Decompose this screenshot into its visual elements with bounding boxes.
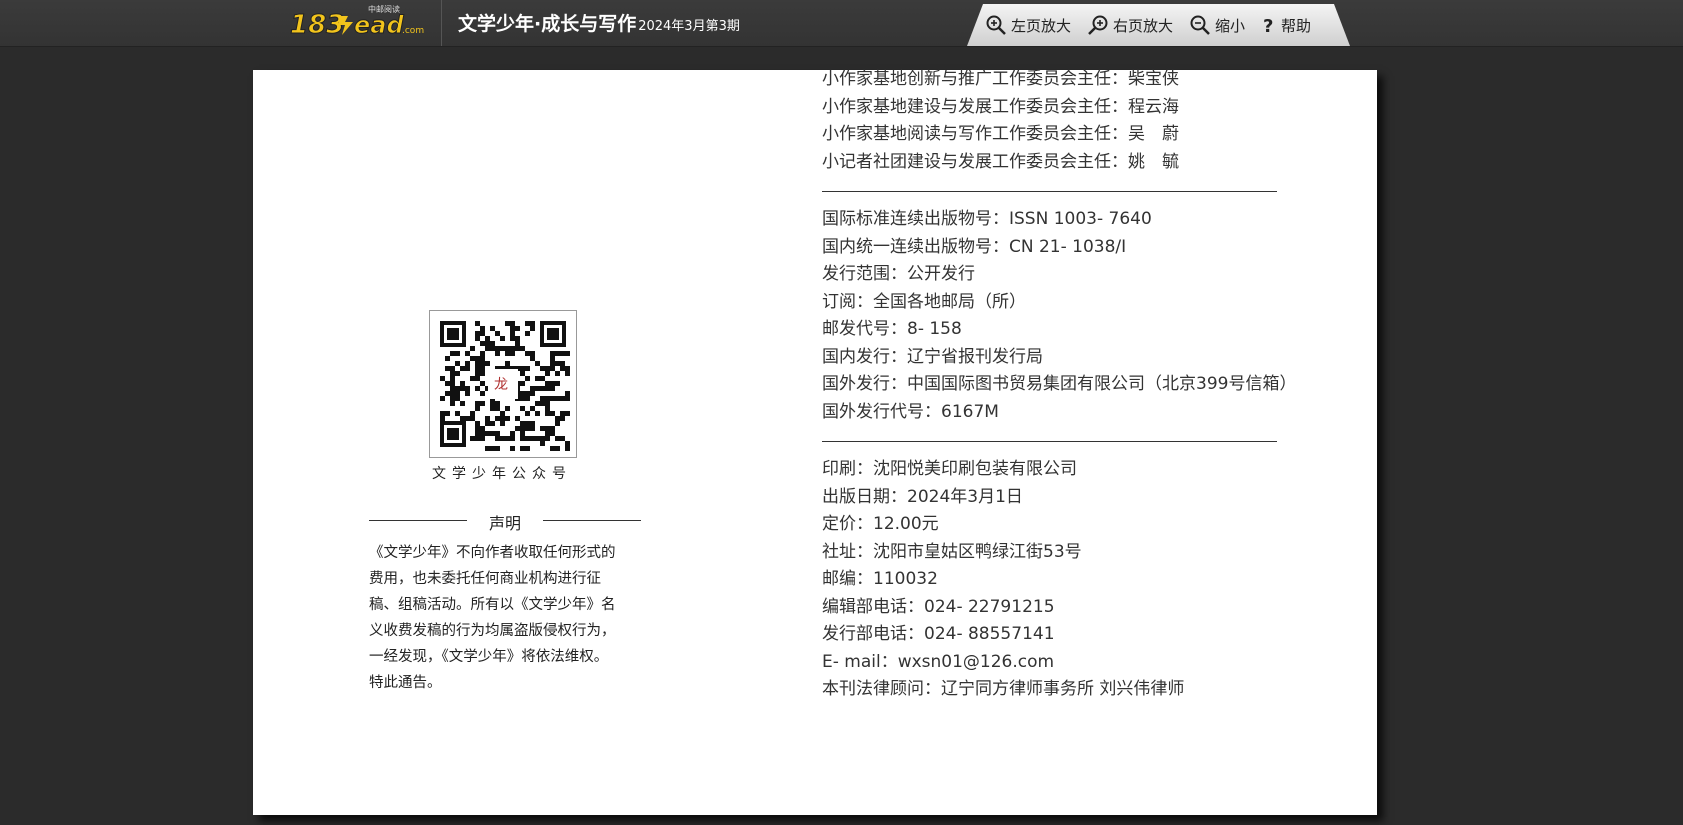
committee-list: 小作家基地创新与推广工作委员会主任：柴宝侠 小作家基地建设与发展工作委员会主任：…	[822, 66, 1179, 176]
zoom-in-icon	[985, 14, 1007, 36]
zoom-right-page-button[interactable]: 右页放大	[1087, 14, 1173, 36]
qr-code-image: 龙	[429, 310, 577, 458]
committee-item: 小作家基地创新与推广工作委员会主任：柴宝侠	[822, 69, 1179, 89]
divider	[543, 520, 641, 521]
issue-label: 2024年3月第3期	[638, 19, 740, 34]
statement-line: 一经发现，《文学少年》将依法维权。	[369, 649, 609, 665]
publication-item: 订阅：全国各地邮局（所）	[822, 291, 1026, 312]
publication-item: 国外发行：中国国际图书贸易集团有限公司（北京399号信箱）	[822, 374, 1297, 394]
qr-caption: 文学少年公众号	[432, 466, 572, 482]
publication-item: 国外发行代号：6167M	[822, 401, 999, 422]
zoom-out-label: 缩小	[1215, 16, 1246, 35]
help-button[interactable]: ? 帮助	[1261, 14, 1312, 37]
top-bar: 183 ead .com 中邮阅读 文学少年·成长与写作2024年3月第3期	[0, 0, 1683, 47]
contact-item: E- mail：wxsn01@126.com	[822, 651, 1055, 672]
svg-text:ead: ead	[354, 11, 404, 39]
svg-text:?: ?	[1263, 16, 1273, 36]
statement-line: 稿、组稿活动。所有以《文学少年》名	[369, 597, 616, 613]
statement-text: 《文学少年》不向作者收取任何形式的 费用，也未委托任何商业机构进行征 稿、组稿活…	[369, 540, 645, 696]
committee-item: 小作家基地阅读与写作工作委员会主任：吴 蔚	[822, 124, 1179, 144]
zoom-left-page-button[interactable]: 左页放大	[985, 14, 1071, 36]
contact-item: 编辑部电话：024- 22791215	[822, 596, 1055, 617]
zoom-out-icon	[1189, 14, 1211, 36]
zoom-right-label: 右页放大	[1113, 16, 1174, 35]
zoom-in-icon	[1087, 14, 1109, 36]
statement-line: 特此通告。	[369, 675, 442, 691]
publication-item: 国内发行：辽宁省报刊发行局	[822, 346, 1043, 367]
contact-info: 印刷：沈阳悦美印刷包装有限公司 出版日期：2024年3月1日 定价：12.00元…	[822, 456, 1184, 704]
publication-info: 国际标准连续出版物号：ISSN 1003- 7640 国内统一连续出版物号：CN…	[822, 206, 1296, 426]
committee-item: 小记者社团建设与发展工作委员会主任：姚 毓	[822, 151, 1179, 172]
magazine-name: 文学少年·成长与写作	[458, 13, 637, 35]
statement-title: 声明	[488, 514, 521, 533]
statement-line: 《文学少年》不向作者收取任何形式的	[369, 545, 616, 561]
publication-item: 发行范围：公开发行	[822, 264, 975, 284]
contact-item: 定价：12.00元	[822, 514, 939, 534]
statement-line: 义收费发稿的行为均属盗版侵权行为，	[369, 623, 616, 639]
contact-item: 印刷：沈阳悦美印刷包装有限公司	[822, 459, 1077, 479]
svg-text:龙: 龙	[494, 377, 508, 393]
svg-text:.com: .com	[402, 26, 424, 36]
help-icon: ?	[1261, 14, 1277, 37]
help-label: 帮助	[1281, 16, 1312, 35]
magazine-spread[interactable]: 龙 文学少年公众号 声明 《文学少年》不向作者收取任何形式的 费用，也未委托任何…	[253, 69, 1377, 815]
statement-line: 费用，也未委托任何商业机构进行征	[369, 571, 601, 587]
site-logo[interactable]: 183 ead .com 中邮阅读	[290, 4, 430, 41]
svg-text:中邮阅读: 中邮阅读	[368, 4, 400, 14]
section-divider	[822, 441, 1277, 442]
committee-item: 小作家基地建设与发展工作委员会主任：程云海	[822, 96, 1179, 117]
publication-item: 邮发代号：8- 158	[822, 319, 962, 339]
contact-item: 本刊法律顾问：辽宁同方律师事务所 刘兴伟律师	[822, 679, 1185, 699]
section-divider	[822, 191, 1277, 192]
contact-item: 出版日期：2024年3月1日	[822, 486, 1023, 507]
publication-item: 国内统一连续出版物号：CN 21- 1038/I	[822, 236, 1127, 257]
contact-item: 社址：沈阳市皇姑区鸭绿江街53号	[822, 541, 1082, 562]
svg-text:183: 183	[290, 10, 344, 40]
publication-item: 国际标准连续出版物号：ISSN 1003- 7640	[822, 209, 1152, 229]
contact-item: 发行部电话：024- 88557141	[822, 624, 1055, 644]
statement-heading: 声明	[369, 508, 641, 533]
viewer-toolbar: 左页放大 右页放大 缩小 ? 帮助	[967, 4, 1350, 46]
magazine-title: 文学少年·成长与写作 2024年3月第3期	[458, 9, 740, 36]
header-divider	[441, 0, 442, 46]
contact-item: 邮编：110032	[822, 569, 938, 589]
zoom-left-label: 左页放大	[1011, 16, 1072, 35]
zoom-out-button[interactable]: 缩小	[1189, 14, 1245, 36]
